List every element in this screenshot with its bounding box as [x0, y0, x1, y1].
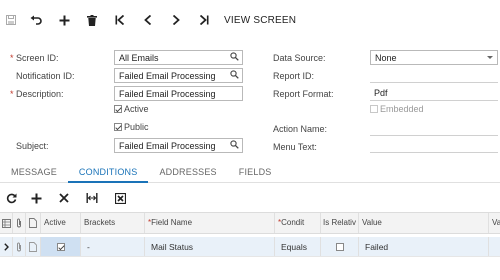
- view-screen-button[interactable]: VIEW SCREEN: [224, 15, 296, 26]
- public-label: Public: [124, 122, 149, 132]
- main-toolbar: VIEW SCREEN: [0, 0, 500, 40]
- last-record-icon[interactable]: [190, 0, 218, 40]
- row-note-icon[interactable]: [25, 237, 40, 256]
- column-header-is-relative[interactable]: Is Relativ: [320, 213, 358, 233]
- report-format-label: Report Format:: [273, 89, 334, 99]
- fit-columns-icon[interactable]: [78, 186, 106, 210]
- active-checkbox-box[interactable]: [114, 105, 122, 113]
- tab-fields[interactable]: FIELDS: [228, 163, 283, 183]
- notification-id-label: Notification ID:: [16, 71, 75, 81]
- row-current-indicator-icon: [0, 237, 12, 256]
- subject-label: Subject:: [16, 141, 49, 151]
- subject-field[interactable]: Failed Email Processing: [114, 138, 243, 153]
- public-checkbox-box[interactable]: [114, 123, 122, 131]
- column-header-value2[interactable]: Va: [488, 213, 500, 233]
- active-checkbox-box[interactable]: [56, 242, 65, 251]
- add-row-icon[interactable]: [22, 186, 50, 210]
- report-id-label: Report ID:: [273, 71, 315, 81]
- chevron-down-icon[interactable]: [487, 56, 493, 59]
- embedded-checkbox[interactable]: Embedded: [370, 104, 424, 114]
- refresh-icon[interactable]: [0, 186, 22, 210]
- column-header-brackets[interactable]: Brackets: [80, 213, 144, 233]
- add-icon[interactable]: [50, 0, 78, 40]
- report-id-field[interactable]: [370, 82, 498, 83]
- public-checkbox[interactable]: Public: [114, 122, 149, 132]
- description-value: Failed Email Processing: [119, 89, 216, 99]
- embedded-checkbox-box[interactable]: [370, 105, 378, 113]
- search-icon[interactable]: [230, 140, 239, 151]
- data-source-select[interactable]: None: [370, 50, 498, 65]
- tab-addresses[interactable]: ADDRESSES: [148, 163, 227, 183]
- active-label: Active: [124, 104, 149, 114]
- delete-icon[interactable]: [78, 0, 106, 40]
- next-record-icon[interactable]: [162, 0, 190, 40]
- row-brackets[interactable]: -: [80, 237, 144, 256]
- column-header-condition[interactable]: Condit: [274, 213, 320, 233]
- search-icon[interactable]: [230, 70, 239, 81]
- export-excel-icon[interactable]: [106, 186, 134, 210]
- data-source-label: Data Source:: [273, 53, 326, 63]
- attachment-icon: [12, 213, 25, 233]
- column-header-field-name[interactable]: Field Name: [144, 213, 274, 233]
- row-field-name[interactable]: Mail Status: [144, 237, 274, 256]
- screen-id-label: Screen ID:: [10, 53, 59, 63]
- row-is-relative-checkbox[interactable]: [320, 237, 358, 256]
- undo-icon[interactable]: [22, 0, 50, 40]
- screen-id-field[interactable]: All Emails: [114, 50, 243, 65]
- row-value2[interactable]: [488, 237, 500, 256]
- active-checkbox[interactable]: Active: [114, 104, 149, 114]
- tab-bar: MESSAGE CONDITIONS ADDRESSES FIELDS: [0, 163, 500, 183]
- search-icon[interactable]: [230, 52, 239, 63]
- action-name-field[interactable]: [370, 135, 498, 136]
- grid-toolbar: [0, 186, 134, 210]
- column-header-active[interactable]: Active: [40, 213, 80, 233]
- is-relative-checkbox-box[interactable]: [335, 242, 344, 251]
- grid-header: Active Brackets Field Name Condit Is Rel…: [0, 212, 500, 234]
- column-header-value[interactable]: Value: [358, 213, 488, 233]
- previous-record-icon[interactable]: [134, 0, 162, 40]
- save-icon[interactable]: [0, 0, 22, 40]
- notification-id-value: Failed Email Processing: [119, 71, 216, 81]
- note-icon: [25, 213, 40, 233]
- row-condition[interactable]: Equals: [274, 237, 320, 256]
- menu-text-field[interactable]: [370, 152, 498, 153]
- row-value[interactable]: Failed: [358, 237, 488, 256]
- menu-text-label: Menu Text:: [273, 142, 317, 152]
- data-source-value: None: [375, 53, 397, 63]
- subject-value: Failed Email Processing: [119, 141, 216, 151]
- delete-row-icon[interactable]: [50, 186, 78, 210]
- report-format-value: Pdf: [374, 88, 388, 98]
- row-attachment-icon[interactable]: [12, 237, 25, 256]
- row-selector-icon: [0, 213, 12, 233]
- description-field[interactable]: Failed Email Processing: [114, 86, 243, 101]
- first-record-icon[interactable]: [106, 0, 134, 40]
- tab-message[interactable]: MESSAGE: [0, 163, 68, 183]
- table-row[interactable]: - Mail Status Equals Failed: [0, 237, 500, 257]
- report-format-field[interactable]: Pdf: [370, 86, 498, 101]
- screen-id-value: All Emails: [119, 53, 159, 63]
- description-label: Description:: [10, 89, 64, 99]
- notification-id-field[interactable]: Failed Email Processing: [114, 68, 243, 83]
- action-name-label: Action Name:: [273, 124, 328, 134]
- tab-conditions[interactable]: CONDITIONS: [67, 163, 149, 183]
- row-active-checkbox[interactable]: [40, 237, 80, 256]
- embedded-label: Embedded: [380, 104, 424, 114]
